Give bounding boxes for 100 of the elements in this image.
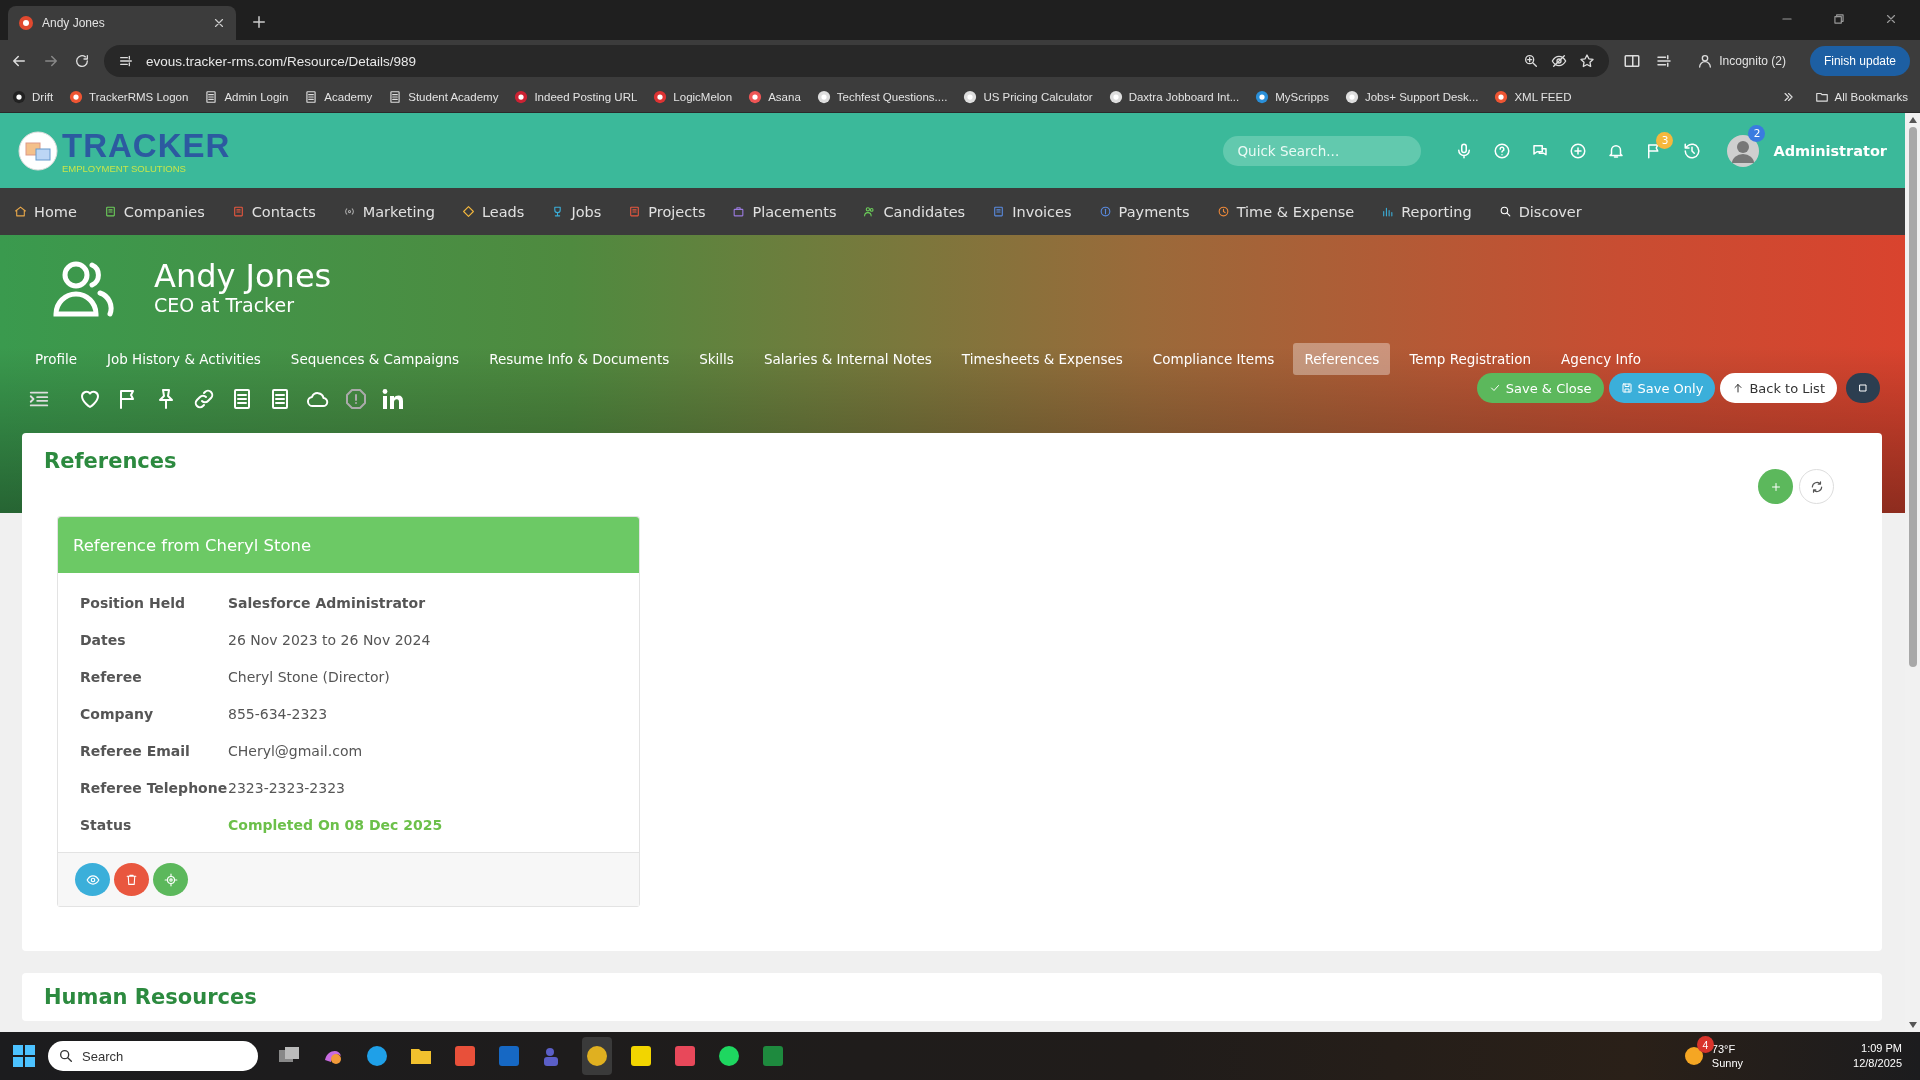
star-icon[interactable] [1579, 53, 1596, 69]
bookmark[interactable]: Admin Login [204, 90, 289, 104]
delete-button[interactable] [114, 863, 149, 896]
refresh-button[interactable] [1799, 469, 1834, 504]
close-icon[interactable] [212, 16, 226, 30]
nav-link[interactable]: Payments [1098, 203, 1190, 220]
document-icon [992, 205, 1006, 218]
taskbar-app[interactable] [582, 1037, 612, 1075]
bookmark[interactable]: Indeed Posting URL [514, 90, 638, 104]
profile-tab[interactable]: Timesheets & Expenses [950, 343, 1134, 375]
browser-tab[interactable]: Andy Jones [8, 6, 236, 40]
bookmark[interactable]: LogicMelon [653, 90, 733, 104]
profile-tab[interactable]: Job History & Activities [96, 343, 272, 375]
bookmark[interactable]: Techfest Questions.... [816, 90, 948, 104]
nav-link[interactable]: Time & Expense [1216, 203, 1355, 220]
field-label: Referee Telephone [80, 779, 228, 798]
link-icon[interactable] [192, 387, 216, 411]
site-icon [816, 90, 831, 104]
profile-tab[interactable]: Sequences & Campaigns [279, 343, 471, 375]
profile-tab[interactable]: Temp Registration [1398, 343, 1543, 375]
nav-link[interactable]: Projects [628, 203, 706, 220]
diamond-icon [462, 205, 475, 218]
bookmark[interactable]: Jobs+ Support Desk... [1344, 90, 1479, 104]
search-icon [58, 1048, 74, 1064]
zoom-icon[interactable] [1523, 53, 1540, 69]
close-icon[interactable] [1884, 12, 1898, 26]
field-value: Salesforce Administrator [228, 594, 427, 613]
bookmark[interactable]: Daxtra Jobboard Int... [1108, 90, 1240, 104]
start-icon[interactable] [12, 1044, 36, 1068]
clock-date[interactable]: 12/8/2025 [1853, 1056, 1902, 1072]
nav-link[interactable]: Jobs [551, 203, 602, 220]
card-header: Reference from Cheryl Stone [58, 517, 639, 573]
bookmark[interactable]: Asana [748, 90, 801, 104]
floppy-icon [1620, 382, 1633, 394]
people-icon [52, 259, 114, 317]
nav-link[interactable]: Discover [1498, 203, 1582, 220]
bookmark[interactable]: MyScripps [1255, 90, 1329, 104]
profile-tab[interactable]: Resume Info & Documents [478, 343, 681, 375]
site-settings-icon[interactable] [118, 53, 134, 69]
restore-icon[interactable] [1832, 12, 1846, 26]
nav-link[interactable]: Invoices [992, 203, 1072, 220]
update-button[interactable]: Finish update [1809, 46, 1910, 76]
site-icon [1344, 90, 1359, 104]
bookmark[interactable]: Academy [304, 90, 373, 104]
clock-time[interactable]: 1:09 PM [1861, 1040, 1902, 1056]
nav-link[interactable]: Candidates [863, 203, 966, 220]
scroll-up-icon[interactable] [1908, 117, 1917, 123]
nav-link[interactable]: Leads [462, 203, 525, 220]
reload-icon[interactable] [74, 53, 90, 69]
folder-icon [1814, 90, 1829, 104]
incognito-label[interactable]: Incognito (2) [1719, 54, 1786, 68]
profile-tab[interactable]: Salaries & Internal Notes [752, 343, 943, 375]
field-label: Referee [80, 668, 143, 687]
profile-tab[interactable]: Compliance Items [1141, 343, 1286, 375]
section-title: References [44, 449, 177, 473]
media-icon[interactable] [1655, 52, 1674, 70]
bookmark[interactable]: US Pricing Calculator [963, 90, 1093, 104]
trash-icon [125, 873, 138, 886]
address-bar[interactable]: evous.tracker-rms.com/Resource/Details/989 [104, 45, 1610, 77]
nav-link[interactable]: Contacts [231, 203, 316, 220]
nav-link[interactable]: Companies [103, 203, 205, 220]
profile-tab[interactable]: Agency Info [1550, 343, 1652, 375]
target-icon [163, 872, 178, 887]
bookmark[interactable]: Student Academy [388, 90, 499, 104]
incognito-icon[interactable] [1697, 53, 1714, 69]
taskbar-search[interactable]: Search [48, 1041, 258, 1071]
split-view-icon[interactable] [1623, 52, 1642, 70]
eye-slash-icon[interactable] [1551, 53, 1568, 69]
page-icon [388, 90, 403, 104]
nav-link[interactable]: Home [14, 203, 77, 220]
profile-tab[interactable]: Skills [688, 343, 745, 375]
site-icon [1108, 90, 1123, 104]
field-value: Completed On 08 Dec 2025 [228, 816, 444, 835]
clipboard-icon [628, 205, 642, 218]
nav-link[interactable]: Marketing [342, 203, 435, 220]
bookmark[interactable]: Drift [12, 90, 54, 104]
site-icon [748, 90, 763, 104]
briefcase-icon [732, 205, 746, 218]
search-field[interactable]: Quick Search... [1223, 135, 1422, 166]
weather-condition: Sunny [1711, 1056, 1744, 1071]
site-icon [12, 90, 26, 104]
back-button[interactable]: Back to List [1720, 373, 1837, 403]
circle-icon [585, 1044, 609, 1068]
tile-icon [761, 1044, 785, 1068]
bookmark[interactable]: TrackerRMS Logon [69, 90, 189, 104]
scrollbar-thumb[interactable] [1908, 127, 1917, 667]
count-badge: 2 [1748, 124, 1766, 142]
nav-link[interactable]: Placements [732, 203, 837, 220]
bookmark[interactable]: XML FEED [1494, 90, 1572, 104]
scroll-down-icon[interactable] [1908, 1022, 1917, 1028]
section-title: Human Resources [44, 985, 258, 1009]
linkedin-icon[interactable] [382, 388, 404, 410]
person-name: Andy Jones [154, 259, 332, 295]
page-icon [204, 90, 219, 104]
tile-icon [673, 1044, 697, 1068]
add-button[interactable] [1758, 469, 1793, 504]
nav-link[interactable]: Reporting [1381, 203, 1472, 220]
new-tab-icon[interactable] [250, 13, 268, 31]
profile-tab[interactable]: Profile [24, 343, 88, 375]
bookmark[interactable]: All Bookmarks [1814, 90, 1908, 104]
